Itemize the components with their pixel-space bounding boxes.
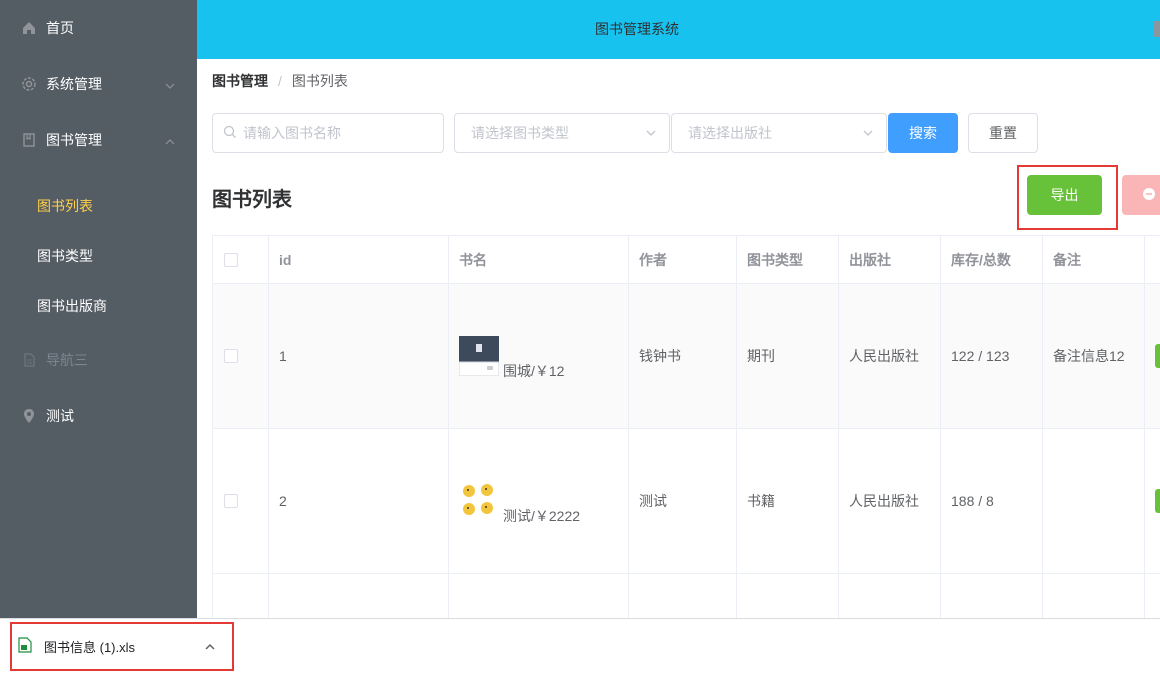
cell-type: 期刊 — [737, 284, 839, 428]
download-filename: 图书信息 (1).xls — [44, 639, 136, 655]
app-header: 图书管理系统 — [197, 0, 1160, 59]
publisher-select[interactable]: 请选择出版社 — [671, 113, 887, 153]
row-checkbox[interactable] — [224, 494, 238, 508]
cell-publisher: 人民出版社 — [839, 284, 941, 428]
book-table: id 书名 作者 图书类型 出版社 库存/总数 备注 1 围城/￥12 钱钟书 … — [212, 235, 1160, 618]
cell-type: 书籍 — [737, 429, 839, 573]
cell-stock: 122 / 123 — [941, 284, 1043, 428]
download-bar: 图书信息 (1).xls — [0, 618, 1160, 674]
search-icon — [223, 125, 237, 142]
row-select-cell — [213, 574, 269, 618]
cell-note — [1043, 574, 1145, 618]
status-tag — [1155, 344, 1160, 368]
header-id: id — [269, 236, 449, 283]
cell-type — [737, 574, 839, 618]
table-row: 2 测试/￥2222 测试 书籍 人民出版社 188 / 8 — [213, 429, 1160, 574]
search-button[interactable]: 搜索 — [888, 113, 958, 153]
header-publisher: 出版社 — [839, 236, 941, 283]
cell-id: 2 — [269, 429, 449, 573]
sidebar: 首页 系统管理 图书管理 图书列表 图书类型 图书出版商 导航三 测试 — [0, 0, 197, 618]
menu-label-books: 图书管理 — [46, 132, 102, 148]
table-header-row: id 书名 作者 图书类型 出版社 库存/总数 备注 — [213, 236, 1160, 284]
status-tag — [1155, 489, 1160, 513]
cell-note — [1043, 429, 1145, 573]
cell-publisher: 人民出版社 — [839, 429, 941, 573]
location-icon — [20, 407, 38, 425]
page-title: 图书列表 — [212, 189, 292, 211]
cell-status — [1145, 284, 1160, 428]
header-note: 备注 — [1043, 236, 1145, 283]
table-row: 1 围城/￥12 钱钟书 期刊 人民出版社 122 / 123 备注信息12 — [213, 284, 1160, 429]
book-icon — [20, 131, 38, 149]
cell-status — [1145, 574, 1160, 618]
cell-publisher — [839, 574, 941, 618]
book-title-price: 测试/￥2222 — [503, 508, 581, 524]
header-select-cell — [213, 236, 269, 283]
menu-label-home: 首页 — [46, 20, 74, 36]
publisher-placeholder: 请选择出版社 — [688, 125, 772, 141]
cell-name: 围城/￥12 — [449, 284, 629, 428]
cell-id: 1 — [269, 284, 449, 428]
book-type-placeholder: 请选择图书类型 — [471, 125, 569, 141]
breadcrumb: 图书管理 / 图书列表 — [212, 72, 348, 90]
book-title-price: 围城/￥12 — [503, 363, 565, 379]
book-name-placeholder: 请输入图书名称 — [243, 125, 341, 141]
submenu-item-book-types[interactable]: 图书类型 — [0, 231, 197, 281]
reset-button[interactable]: 重置 — [968, 113, 1038, 153]
select-all-checkbox[interactable] — [224, 252, 238, 267]
cell-stock — [941, 574, 1043, 618]
header-extra — [1145, 236, 1160, 283]
menu-label-test: 测试 — [46, 408, 74, 424]
chevron-down-icon — [645, 126, 657, 142]
breadcrumb-separator: / — [278, 73, 282, 89]
menu-label-system: 系统管理 — [46, 76, 102, 92]
menu-label-nav3: 导航三 — [46, 352, 88, 368]
batch-delete-button[interactable] — [1122, 175, 1160, 215]
book-cover-image — [459, 481, 499, 521]
gear-icon — [20, 75, 38, 93]
minus-circle-icon — [1142, 187, 1156, 204]
submenu-item-publishers[interactable]: 图书出版商 — [0, 281, 197, 331]
cell-author: 测试 — [629, 429, 737, 573]
cell-author: 钱钟书 — [629, 284, 737, 428]
chevron-down-icon — [165, 78, 175, 94]
cell-name: 测试/￥2222 — [449, 429, 629, 573]
document-icon — [20, 351, 38, 369]
cell-stock: 188 / 8 — [941, 429, 1043, 573]
xls-file-icon — [18, 636, 32, 656]
menu-item-books[interactable]: 图书管理 — [0, 112, 197, 168]
header-type: 图书类型 — [737, 236, 839, 283]
chevron-down-icon — [862, 126, 874, 142]
header-name: 书名 — [449, 236, 629, 283]
cell-id — [269, 574, 449, 618]
home-icon — [20, 19, 38, 37]
breadcrumb-current: 图书列表 — [291, 73, 348, 89]
menu-item-test[interactable]: 测试 — [0, 388, 197, 444]
cell-status — [1145, 429, 1160, 573]
book-type-select[interactable]: 请选择图书类型 — [454, 113, 670, 153]
row-select-cell — [213, 429, 269, 573]
table-row — [213, 574, 1160, 618]
chevron-up-icon[interactable] — [204, 640, 216, 656]
download-item[interactable]: 图书信息 (1).xls — [14, 623, 234, 669]
row-checkbox[interactable] — [224, 349, 238, 363]
cell-note: 备注信息12 — [1043, 284, 1145, 428]
cell-author — [629, 574, 737, 618]
menu-item-nav3: 导航三 — [0, 332, 197, 388]
chevron-up-icon — [165, 134, 175, 150]
header-stock: 库存/总数 — [941, 236, 1043, 283]
submenu-item-book-list[interactable]: 图书列表 — [0, 181, 197, 231]
menu-item-system[interactable]: 系统管理 — [0, 56, 197, 112]
menu-item-home[interactable]: 首页 — [0, 0, 197, 56]
row-select-cell — [213, 284, 269, 428]
export-button[interactable]: 导出 — [1027, 175, 1102, 215]
cell-name — [449, 574, 629, 618]
book-cover-image — [458, 336, 500, 377]
book-name-input[interactable]: 请输入图书名称 — [212, 113, 444, 153]
fullscreen-icon[interactable] — [1154, 21, 1160, 37]
header-author: 作者 — [629, 236, 737, 283]
breadcrumb-parent[interactable]: 图书管理 — [212, 71, 268, 91]
app-title: 图书管理系统 — [595, 21, 679, 37]
